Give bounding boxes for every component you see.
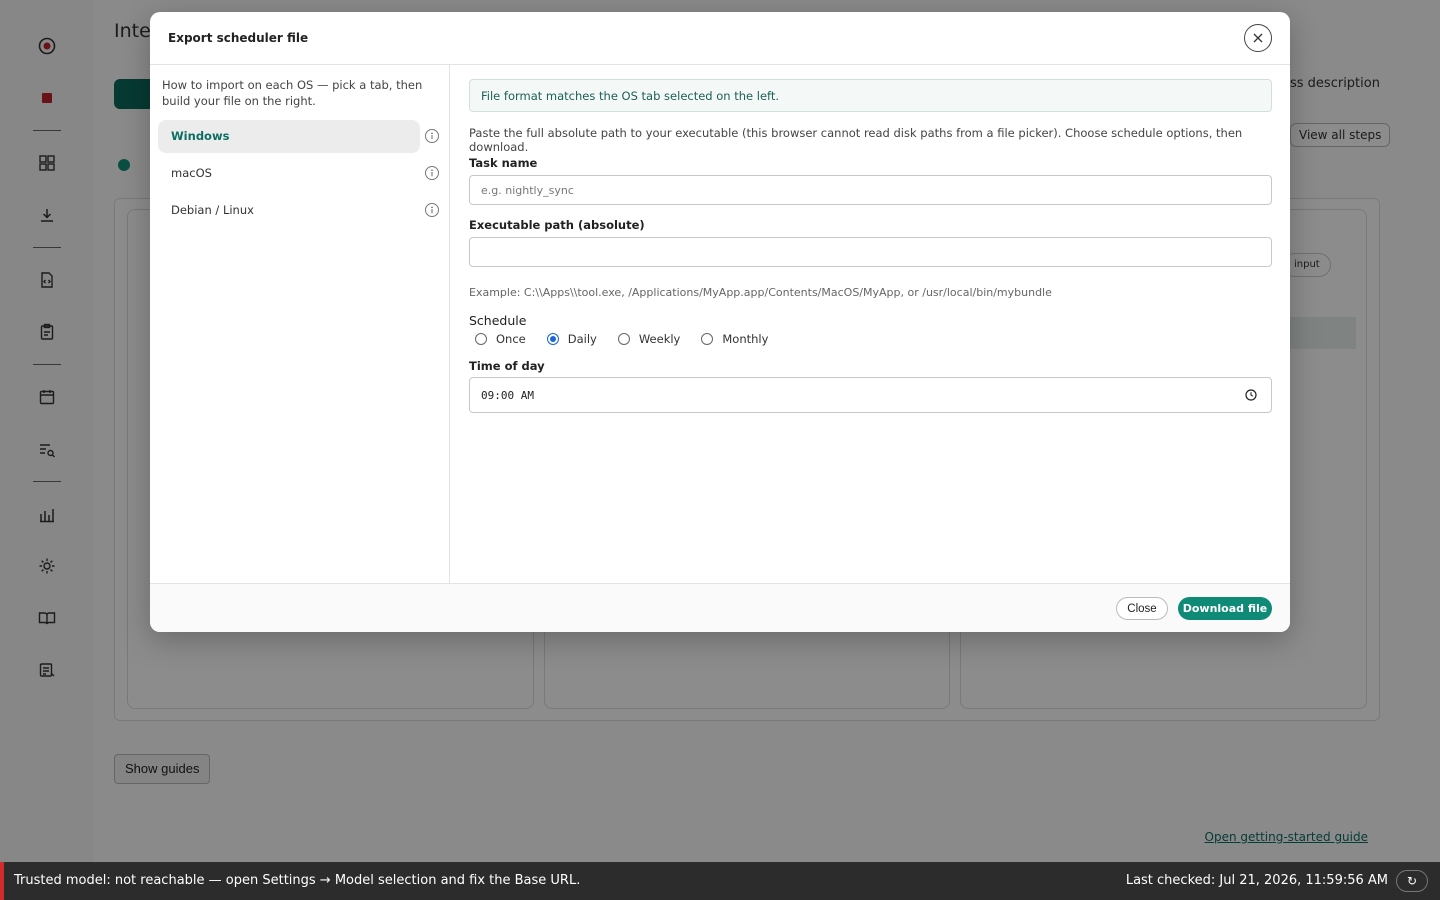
radio-once-label[interactable]: Once — [496, 332, 526, 346]
info-icon[interactable] — [425, 129, 439, 143]
download-file-button[interactable]: Download file — [1178, 597, 1272, 620]
instructions-text: Paste the full absolute path to your exe… — [469, 126, 1243, 154]
sidebar-hint: How to import on each OS — pick a tab, t… — [162, 78, 423, 108]
tab-macos[interactable]: macOS — [158, 157, 420, 190]
radio-daily-label[interactable]: Daily — [568, 332, 597, 346]
error-indicator — [0, 862, 4, 900]
task-name-input[interactable] — [469, 175, 1272, 205]
executable-path-input[interactable] — [469, 237, 1272, 267]
time-of-day-input[interactable]: 09:00 AM — [469, 377, 1272, 413]
radio-once[interactable] — [475, 333, 487, 345]
radio-daily[interactable] — [546, 333, 559, 345]
close-icon[interactable] — [1244, 24, 1272, 52]
schedule-options: Once Daily Weekly Monthly — [475, 331, 789, 347]
last-checked-timestamp: Last checked: Jul 21, 2026, 11:59:56 AM — [1125, 873, 1388, 888]
dialog-title: Export scheduler file — [168, 31, 309, 45]
info-icon[interactable] — [425, 166, 439, 180]
time-value: 09:00 AM — [481, 389, 534, 402]
banner-text: File format matches the OS tab selected … — [481, 89, 780, 103]
close-button[interactable]: Close — [1116, 597, 1168, 620]
tab-windows[interactable]: Windows — [158, 120, 420, 153]
tab-label: macOS — [171, 166, 212, 180]
dialog-footer: Close Download file — [150, 583, 1290, 632]
clock-icon[interactable] — [1245, 389, 1257, 401]
radio-weekly-label[interactable]: Weekly — [639, 332, 681, 346]
tab-label: Windows — [171, 129, 230, 143]
info-icon[interactable] — [425, 203, 439, 217]
time-of-day-label: Time of day — [469, 359, 545, 373]
radio-monthly[interactable] — [701, 333, 714, 345]
tab-debian-linux[interactable]: Debian / Linux — [158, 194, 420, 227]
tab-label: Debian / Linux — [171, 203, 254, 217]
radio-monthly-label[interactable]: Monthly — [722, 332, 768, 346]
radio-weekly[interactable] — [617, 333, 630, 345]
task-name-label: Task name — [469, 156, 538, 170]
export-form: File format matches the OS tab selected … — [451, 65, 1290, 583]
status-message: Trusted model: not reachable — open Sett… — [14, 873, 581, 888]
status-bar: Trusted model: not reachable — open Sett… — [0, 862, 1440, 900]
path-example-hint: Example: C:\\Apps\\tool.exe, /Applicatio… — [469, 286, 1052, 299]
dialog-header: Export scheduler file — [150, 12, 1290, 65]
refresh-icon[interactable]: ↻ — [1396, 870, 1428, 892]
format-banner: File format matches the OS tab selected … — [469, 79, 1272, 112]
os-sidebar: How to import on each OS — pick a tab, t… — [150, 65, 450, 583]
export-scheduler-dialog: Export scheduler file How to import on e… — [150, 12, 1290, 632]
schedule-label: Schedule — [469, 313, 527, 328]
executable-path-label: Executable path (absolute) — [469, 218, 645, 232]
